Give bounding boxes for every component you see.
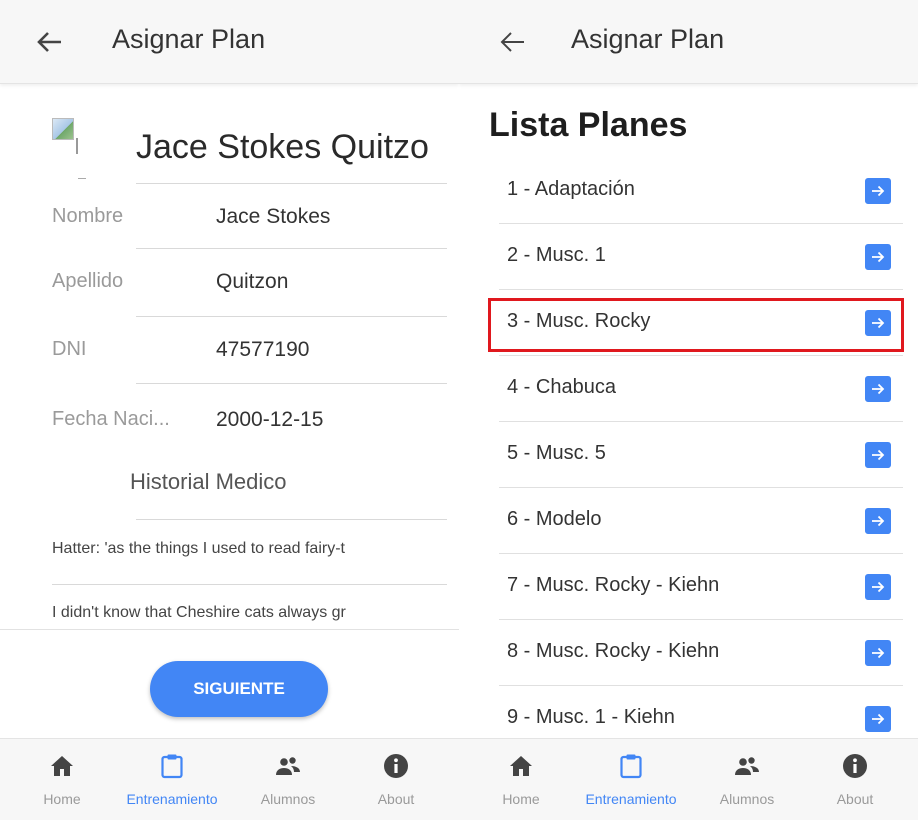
arrow-right-icon[interactable] [865, 574, 891, 600]
nav-label: Alumnos [260, 791, 316, 807]
plan-list-item[interactable]: 6 - Modelo [499, 488, 903, 554]
arrow-right-icon[interactable] [865, 178, 891, 204]
plan-label: 6 - Modelo [507, 508, 602, 530]
divider [136, 383, 447, 384]
nav-label: Home [43, 791, 81, 807]
broken-image-icon [52, 118, 74, 140]
arrow-right-icon[interactable] [865, 508, 891, 534]
app-bar: Asignar Plan [459, 0, 918, 84]
left-screen: Asignar Plan Jace Stokes Quitzo Nombre J… [0, 0, 459, 820]
field-label: Fecha Naci... [52, 408, 170, 430]
plan-list-item[interactable]: 4 - Chabuca [499, 356, 903, 422]
nav-label: Alumnos [719, 791, 775, 807]
clipboard-icon [159, 753, 185, 779]
field-value: 47577190 [216, 338, 310, 361]
arrow-right-icon[interactable] [865, 706, 891, 732]
avatar [52, 114, 86, 179]
nav-label: Home [502, 791, 540, 807]
plan-list-item[interactable]: 2 - Musc. 1 [499, 224, 903, 290]
divider [136, 248, 447, 249]
nav-item-alumnos[interactable]: Alumnos [695, 739, 799, 820]
bottom-navigation: Home Entrenamiento Alumnos About [0, 738, 459, 820]
field-row-apellido: Apellido Quitzon [52, 252, 447, 312]
student-header: Jace Stokes Quitzo [0, 104, 459, 184]
home-icon [49, 753, 75, 779]
nav-label: Entrenamiento [585, 791, 677, 807]
nav-label: About [377, 791, 415, 807]
field-value: Quitzon [216, 270, 289, 293]
nav-label: Entrenamiento [126, 791, 218, 807]
historial-item: I didn't know that Cheshire cats always … [52, 604, 346, 621]
field-row-fecha-nacimiento: Fecha Naci... 2000-12-15 [52, 390, 447, 450]
plan-list-item[interactable]: 1 - Adaptación [499, 158, 903, 224]
plan-label: 5 - Musc. 5 [507, 442, 606, 464]
arrow-right-icon[interactable] [865, 310, 891, 336]
info-icon [842, 753, 868, 779]
app-bar: Asignar Plan [0, 0, 459, 84]
siguiente-button[interactable]: SIGUIENTE [150, 661, 328, 717]
nav-item-entrenamiento[interactable]: Entrenamiento [573, 739, 689, 820]
plan-list-item[interactable]: 5 - Musc. 5 [499, 422, 903, 488]
plan-label: 2 - Musc. 1 [507, 244, 606, 266]
plan-label: 1 - Adaptación [507, 178, 635, 200]
field-label: Apellido [52, 270, 124, 292]
field-row-dni: DNI 47577190 [52, 320, 447, 380]
field-label: Nombre [52, 205, 124, 227]
field-row-nombre: Nombre Jace Stokes [52, 187, 447, 247]
page-title: Asignar Plan [571, 24, 725, 54]
nav-item-home[interactable]: Home [10, 739, 114, 820]
divider [52, 584, 447, 585]
list-title: Lista Planes [489, 106, 688, 144]
clipboard-icon [618, 753, 644, 779]
arrow-right-icon[interactable] [865, 376, 891, 402]
page-title: Asignar Plan [112, 24, 266, 54]
nav-item-alumnos[interactable]: Alumnos [236, 739, 340, 820]
right-screen: Asignar Plan Lista Planes 1 - Adaptación… [459, 0, 918, 820]
plan-label: 8 - Musc. Rocky - Kiehn [507, 640, 720, 662]
back-arrow-icon[interactable] [30, 22, 70, 62]
plan-list-item[interactable]: 7 - Musc. Rocky - Kiehn [499, 554, 903, 620]
student-name-title: Jace Stokes Quitzo [136, 128, 429, 166]
info-icon [383, 753, 409, 779]
home-icon [508, 753, 534, 779]
bottom-navigation: Home Entrenamiento Alumnos About [459, 738, 918, 820]
back-arrow-icon[interactable] [493, 22, 533, 62]
historial-medico-title: Historial Medico [130, 469, 287, 494]
arrow-right-icon[interactable] [865, 244, 891, 270]
plan-label: 3 - Musc. Rocky [507, 310, 651, 332]
divider [0, 629, 459, 630]
arrow-right-icon[interactable] [865, 640, 891, 666]
field-value: Jace Stokes [216, 205, 331, 228]
arrow-right-icon[interactable] [865, 442, 891, 468]
historial-item: Hatter: 'as the things I used to read fa… [52, 540, 345, 557]
plan-list-item[interactable]: 3 - Musc. Rocky [499, 290, 903, 356]
plan-list-item[interactable]: 8 - Musc. Rocky - Kiehn [499, 620, 903, 686]
field-value: 2000-12-15 [216, 408, 324, 431]
field-label: DNI [52, 338, 87, 360]
people-icon [734, 753, 760, 779]
divider [136, 519, 447, 520]
plan-label: 9 - Musc. 1 - Kiehn [507, 706, 675, 728]
nav-item-about[interactable]: About [344, 739, 448, 820]
plan-label: 7 - Musc. Rocky - Kiehn [507, 574, 720, 596]
nav-item-about[interactable]: About [803, 739, 907, 820]
nav-item-home[interactable]: Home [469, 739, 573, 820]
plan-label: 4 - Chabuca [507, 376, 616, 398]
nav-item-entrenamiento[interactable]: Entrenamiento [114, 739, 230, 820]
divider [136, 183, 447, 184]
people-icon [275, 753, 301, 779]
divider [136, 316, 447, 317]
nav-label: About [836, 791, 874, 807]
